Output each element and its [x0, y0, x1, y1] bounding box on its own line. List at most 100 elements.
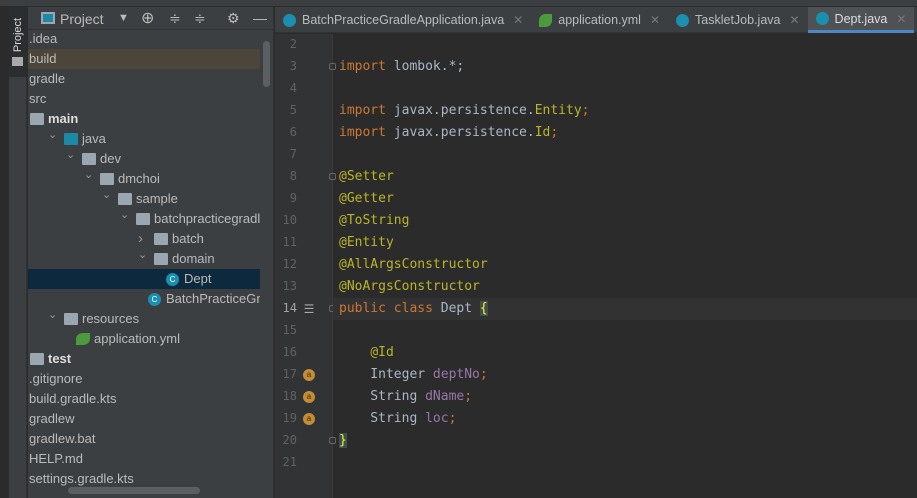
dropdown-icon[interactable]: ▼ [118, 12, 129, 24]
chevron-down-icon[interactable]: ⌄ [66, 149, 78, 165]
close-icon[interactable]: ✕ [789, 13, 799, 27]
tree-item-label: batch [172, 231, 204, 246]
collapse-all-icon[interactable]: ≑ [194, 10, 206, 27]
chevron-down-icon[interactable]: ⌄ [84, 169, 96, 185]
chevron-right-icon[interactable]: › [138, 229, 150, 249]
code-token: ; [479, 367, 488, 382]
package-icon [100, 173, 114, 185]
folder-icon [12, 57, 23, 66]
tree-item-label: application.yml [94, 331, 180, 346]
code-token: public class [339, 301, 441, 316]
editor-tab[interactable]: Dept.java ✕ [807, 7, 915, 33]
field-id-icon[interactable]: a [303, 369, 315, 381]
tree-item[interactable]: ⌄ resources [28, 309, 260, 329]
line-number: 12 [282, 257, 297, 271]
tree-item-label: .gitignore [29, 371, 83, 386]
tree-item[interactable]: › batch [28, 229, 260, 249]
project-tree: .idea build gradle src main ⌄ java ⌄ dev ⌄ dmchoi ⌄… [28, 29, 260, 489]
close-icon[interactable]: ✕ [650, 13, 660, 27]
line-number: 20 [282, 433, 297, 447]
editor-tab[interactable]: TaskletJob.java ✕ [668, 7, 808, 33]
spring-config-icon [76, 333, 90, 345]
field-icon[interactable]: a [303, 413, 315, 425]
code-line: import lombok.*; [339, 56, 464, 78]
line-number: 6 [289, 125, 297, 139]
line-number: 8 [289, 169, 297, 183]
tree-item[interactable]: gradlew [28, 409, 260, 429]
entity-icon[interactable]: ☰ [303, 303, 315, 315]
chevron-down-icon[interactable]: ⌄ [102, 189, 114, 205]
class-icon: C [166, 273, 179, 286]
chevron-down-icon[interactable]: ⌄ [48, 129, 60, 145]
package-icon [118, 193, 132, 205]
code-line: Integer deptNo; [339, 364, 488, 386]
tree-item[interactable]: C Dept [28, 269, 260, 289]
tree-item-label: test [48, 351, 72, 366]
tree-item[interactable]: ⌄ domain [28, 249, 260, 269]
tree-item[interactable]: gradle [28, 69, 260, 89]
tree-item-label: build [29, 51, 57, 66]
chevron-down-icon[interactable]: ⌄ [120, 209, 132, 225]
tree-item[interactable]: .gitignore [28, 369, 260, 389]
gear-icon[interactable]: ⚙ [227, 10, 240, 27]
line-number: 18 [282, 389, 297, 403]
tree-item[interactable]: C BatchPracticeGradleApplication [28, 289, 260, 309]
field-icon[interactable]: a [303, 391, 315, 403]
tree-item[interactable]: main [28, 109, 260, 129]
line-number: 2 [289, 37, 297, 51]
minimize-icon[interactable]: — [253, 10, 267, 26]
code-line: @AllArgsConstructor [339, 254, 488, 276]
line-number: 3 [289, 59, 297, 73]
close-icon[interactable]: ✕ [896, 12, 906, 26]
tree-item[interactable]: ⌄ dmchoi [28, 169, 260, 189]
tree-item[interactable]: .idea [28, 29, 260, 49]
code-line: @Entity [339, 232, 394, 254]
editor-tab[interactable]: application.yml ✕ [531, 7, 668, 33]
tree-item[interactable]: settings.gradle.kts [28, 469, 260, 489]
spring-yml-icon [539, 13, 553, 27]
tree-item[interactable]: build [28, 49, 260, 69]
project-panel: Project ▼ ⊕ ≑ ≑ ⚙ — .idea build gradle src m… [28, 7, 274, 498]
code-line: @NoArgsConstructor [339, 276, 480, 298]
code-line: } [339, 430, 347, 452]
tree-item-label: resources [82, 311, 140, 326]
gutter: 2 3 4 5 6 7 8 9 10 11 12 13 14 ☰ 15 16 17 a 18 a 19 a 20 21 [275, 34, 336, 498]
tree-item-label: dmchoi [118, 171, 160, 186]
project-panel-header: Project ▼ ⊕ ≑ ≑ ⚙ — [28, 7, 273, 30]
vertical-scrollbar[interactable] [263, 41, 270, 87]
tree-item[interactable]: test [28, 349, 260, 369]
locate-icon[interactable]: ⊕ [141, 8, 154, 28]
tree-item[interactable]: build.gradle.kts [28, 389, 260, 409]
tree-item-label: gradle [29, 71, 66, 86]
code-area[interactable]: import lombok.*; import javax.persistence… [333, 34, 917, 498]
project-panel-title[interactable]: Project [60, 11, 104, 27]
title-strip [0, 0, 917, 7]
tree-item[interactable]: ⌄ java [28, 129, 260, 149]
close-icon[interactable]: ✕ [513, 13, 523, 27]
chevron-down-icon[interactable]: ⌄ [48, 309, 60, 325]
window-edge [0, 7, 9, 498]
editor-tab[interactable]: BatchPracticeGradleApplication.java ✕ [275, 7, 531, 33]
folder-icon [30, 353, 44, 365]
tree-item[interactable]: application.yml [28, 329, 260, 349]
tree-item[interactable]: ⌄ batchpracticegradle [28, 209, 260, 229]
line-number: 7 [289, 147, 297, 161]
code-token: Integer [339, 367, 433, 382]
horizontal-scrollbar[interactable] [68, 487, 200, 494]
tree-item[interactable]: src [28, 89, 260, 109]
expand-all-icon[interactable]: ≑ [169, 10, 181, 27]
code-line: String dName; [339, 386, 472, 408]
tree-item[interactable]: ⌄ sample [28, 189, 260, 209]
tree-item[interactable]: ⌄ dev [28, 149, 260, 169]
tree-item[interactable]: gradlew.bat [28, 429, 260, 449]
line-number: 10 [282, 213, 297, 227]
code-line: @Setter [339, 166, 394, 188]
tree-item[interactable]: HELP.md [28, 449, 260, 469]
code-token: String [339, 389, 426, 404]
chevron-down-icon[interactable]: ⌄ [138, 249, 150, 265]
code-token: Id [534, 125, 551, 140]
editor-tab-label: Dept.java [834, 11, 888, 26]
project-tool-tab[interactable]: Project [9, 7, 27, 77]
tree-item-label: domain [172, 251, 215, 266]
editor: BatchPracticeGradleApplication.java ✕ appl… [275, 7, 917, 498]
